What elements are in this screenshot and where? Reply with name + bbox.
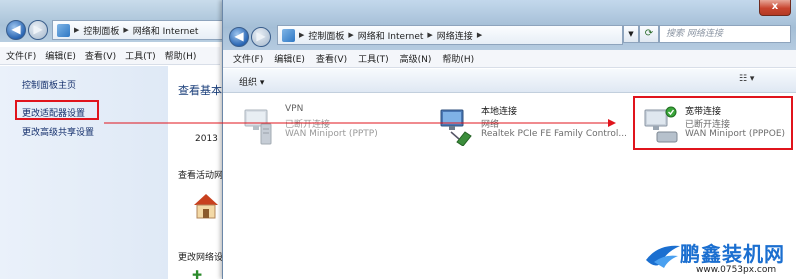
change-network-heading: 更改网络设 bbox=[178, 253, 222, 263]
breadcrumb-item[interactable]: 控制面板 bbox=[83, 24, 119, 37]
menu-file[interactable]: 文件(F) bbox=[233, 52, 263, 65]
connection-name: VPN bbox=[285, 104, 304, 114]
chevron-right-icon: ▶ bbox=[427, 31, 433, 39]
menu-edit[interactable]: 编辑(E) bbox=[274, 52, 305, 65]
menu-view[interactable]: 查看(V) bbox=[316, 52, 347, 65]
main-panel: 查看基本 2013 查看活动网 更改网络设 ✚ bbox=[168, 66, 222, 279]
breadcrumb-item[interactable]: 网络连接 bbox=[437, 29, 473, 42]
forward-button[interactable]: ▶ bbox=[251, 27, 271, 47]
activity-heading: 查看活动网 bbox=[178, 171, 222, 181]
annotation-arrow bbox=[104, 119, 616, 127]
control-panel-icon bbox=[57, 23, 70, 37]
chevron-right-icon: ▶ bbox=[299, 31, 305, 39]
breadcrumb-item[interactable]: 网络和 Internet bbox=[133, 24, 199, 37]
highlight-box bbox=[633, 96, 793, 150]
window-titlebar: ◀ ▶ ▶ 控制面板 ▶ 网络和 Internet ▶ 网络连接 ▶ ▼ ⟳ 搜… bbox=[223, 0, 796, 50]
watermark-brand: 鹏鑫装机网 bbox=[680, 242, 785, 266]
sidebar: 控制面板主页 更改适配器设置 更改高级共享设置 bbox=[0, 66, 168, 279]
menu-help[interactable]: 帮助(H) bbox=[442, 52, 474, 65]
connection-name: 本地连接 bbox=[481, 107, 518, 117]
chevron-right-icon: ▶ bbox=[123, 26, 129, 34]
connection-device: Realtek PCIe FE Family Control... bbox=[481, 129, 627, 139]
network-icon: ✚ bbox=[192, 268, 203, 279]
highlight-box bbox=[15, 100, 99, 120]
refresh-icon[interactable]: ⟳ bbox=[639, 25, 659, 43]
menu-view[interactable]: 查看(V) bbox=[85, 49, 116, 62]
organize-button[interactable]: 组织 ▾ bbox=[239, 75, 264, 88]
menu-edit[interactable]: 编辑(E) bbox=[45, 49, 76, 62]
breadcrumb[interactable]: ▶ 控制面板 ▶ 网络和 Internet bbox=[52, 20, 224, 40]
bird-logo-icon bbox=[646, 245, 680, 268]
connection-device: WAN Miniport (PPTP) bbox=[285, 129, 378, 139]
menu-file[interactable]: 文件(F) bbox=[6, 49, 36, 62]
menu-bar: 文件(F) 编辑(E) 查看(V) 工具(T) 帮助(H) bbox=[0, 47, 220, 65]
toolbar: 组织 ▾ ☷ ▾ bbox=[223, 69, 796, 93]
chevron-down-icon[interactable]: ▼ bbox=[623, 25, 639, 43]
back-button[interactable]: ◀ bbox=[229, 27, 249, 47]
page-heading: 查看基本 bbox=[178, 84, 222, 97]
search-input[interactable]: 搜索 网络连接 bbox=[659, 25, 791, 43]
breadcrumb[interactable]: ▶ 控制面板 ▶ 网络和 Internet ▶ 网络连接 ▶ bbox=[277, 25, 623, 45]
sidebar-item-home[interactable]: 控制面板主页 bbox=[22, 78, 76, 91]
watermark: 鹏鑫装机网 www.0753px.com bbox=[640, 238, 796, 279]
home-network-icon bbox=[194, 194, 218, 219]
breadcrumb-item[interactable]: 网络和 Internet bbox=[358, 29, 424, 42]
breadcrumb-item[interactable]: 控制面板 bbox=[308, 29, 344, 42]
watermark-url: www.0753px.com bbox=[696, 265, 777, 275]
menu-advanced[interactable]: 高级(N) bbox=[400, 52, 432, 65]
menu-bar: 文件(F) 编辑(E) 查看(V) 工具(T) 高级(N) 帮助(H) bbox=[223, 50, 796, 68]
close-button[interactable] bbox=[759, 0, 791, 16]
menu-tools[interactable]: 工具(T) bbox=[358, 52, 389, 65]
chevron-right-icon: ▶ bbox=[74, 26, 80, 34]
control-panel-icon bbox=[282, 28, 295, 42]
view-options-icon[interactable]: ☷ ▾ bbox=[739, 74, 763, 88]
back-button[interactable]: ◀ bbox=[6, 20, 26, 40]
sidebar-item-advanced-sharing[interactable]: 更改高级共享设置 bbox=[22, 125, 94, 138]
menu-tools[interactable]: 工具(T) bbox=[125, 49, 156, 62]
chevron-right-icon: ▶ bbox=[348, 31, 354, 39]
forward-button[interactable]: ▶ bbox=[28, 20, 48, 40]
menu-help[interactable]: 帮助(H) bbox=[165, 49, 197, 62]
chevron-right-icon: ▶ bbox=[476, 31, 483, 39]
year-text: 2013 bbox=[195, 134, 218, 144]
